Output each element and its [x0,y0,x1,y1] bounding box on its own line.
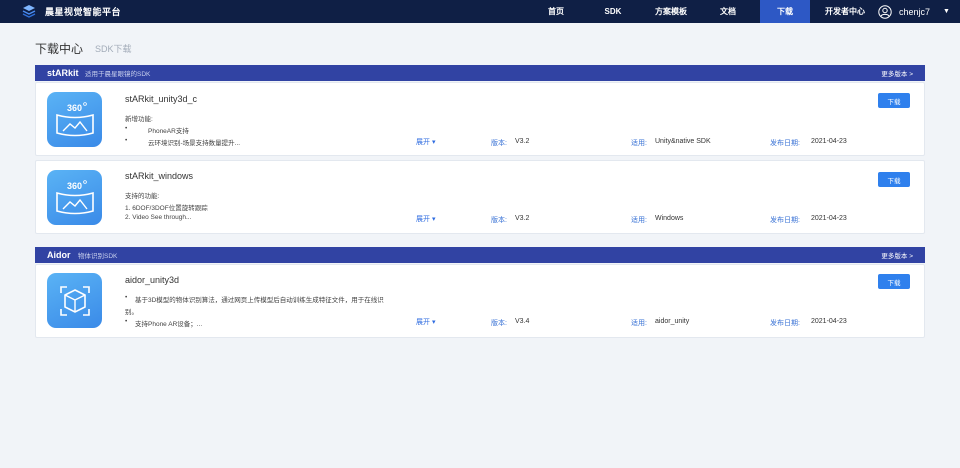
download-button[interactable]: 下载 [878,172,910,187]
username: chenjc7 [899,6,931,17]
bullet: • [125,137,128,144]
section-title: Aidor [47,250,71,260]
applies-value: aidor_unity [655,318,690,325]
svg-text:360: 360 [67,103,82,113]
3d-cube-scan-icon [47,273,102,328]
bullet: • [125,125,128,132]
360-panorama-icon: 360 [47,92,102,147]
release-date-value: 2021-04-23 [811,318,847,325]
more-versions-link[interactable]: 更多版本 > [881,247,913,263]
svg-text:360: 360 [67,181,82,191]
version-label: 版本: [491,217,507,224]
download-button[interactable]: 下载 [878,93,910,108]
applies-value: Unity&native SDK [655,138,711,145]
user-avatar-icon [878,4,892,19]
sdk-name: stARkit_windows [125,171,194,181]
sdk-card-starkit-windows: 360 stARkit_windows 支持的功能: 1. 6DOF/3DOF位… [35,160,925,234]
download-button[interactable]: 下载 [878,274,910,289]
section-title: stARkit [47,68,79,78]
applies-label: 适用: [631,140,647,147]
page-title: 下载中心 [35,42,84,56]
stack-logo-icon [22,5,36,18]
nav-item-docs[interactable]: 文档 [714,0,742,23]
release-date-value: 2021-04-23 [811,138,847,145]
nav-item-home[interactable]: 首页 [540,0,572,23]
section-header-aidor: Aidor 物体识别SDK 更多版本 > [35,247,925,263]
description-line: 支持Phone AR设备；... [135,321,203,328]
applies-label: 适用: [631,217,647,224]
nav-item-sdk[interactable]: SDK [598,0,628,23]
expand-toggle[interactable]: 展开 ▾ [416,137,435,147]
brand-name: 晨星视觉智能平台 [45,7,122,17]
nav-item-solution-templates[interactable]: 方案模板 [650,0,692,23]
release-date-label: 发布日期: [770,320,800,327]
expand-toggle[interactable]: 展开 ▾ [416,214,435,224]
sdk-name: aidor_unity3d [125,275,180,285]
bullet: • [125,318,128,325]
360-panorama-icon: 360 [47,170,102,225]
page-subtitle: SDK下载 [95,44,132,54]
section-header-starkit: stARkit 适用于晨星眼镜的SDK 更多版本 > [35,65,925,81]
sdk-card-starkit-unity3d: 360 stARkit_unity3d_c 新增功能: • PhoneAR支持 … [35,82,925,156]
more-versions-link[interactable]: 更多版本 > [881,65,913,81]
applies-label: 适用: [631,320,647,327]
nav-item-download[interactable]: 下载 [760,0,810,23]
description-heading: 新增功能: [125,116,153,123]
version-label: 版本: [491,140,507,147]
version-value: V3.4 [515,318,530,325]
description-heading: 支持的功能: [125,193,160,200]
description-line: 1. 6DOF/3DOF位置旋转跟踪 [125,205,208,212]
release-date-label: 发布日期: [770,140,800,147]
bullet: • [125,294,128,301]
top-navigation-bar: 晨星视觉智能平台 首页 SDK 方案模板 文档 下载 开发者中心 chenjc7… [0,0,960,23]
caret-down-icon[interactable]: ▼ [943,0,950,23]
release-date-value: 2021-04-23 [811,215,847,222]
version-value: V3.2 [515,215,530,222]
version-value: V3.2 [515,138,530,145]
nav-item-developer-center[interactable]: 开发者中心 [822,0,868,23]
section-description: 物体识别SDK [78,253,118,260]
description-line: PhoneAR支持 [148,128,189,135]
description-line: 别。 [125,309,138,316]
release-date-label: 发布日期: [770,217,800,224]
expand-toggle[interactable]: 展开 ▾ [416,317,435,327]
sdk-name: stARkit_unity3d_c [125,94,198,104]
section-description: 适用于晨星眼镜的SDK [85,71,151,78]
description-line: 云环境识别-场景支持数量提升... [148,140,241,147]
version-label: 版本: [491,320,507,327]
sdk-card-aidor-unity3d: aidor_unity3d • 基于3D模型的物体识别算法，通过网页上传模型后自… [35,264,925,338]
brand[interactable]: 晨星视觉智能平台 [22,0,121,23]
applies-value: Windows [655,215,684,222]
user-menu[interactable]: chenjc7 [878,0,930,23]
description-line: 基于3D模型的物体识别算法，通过网页上传模型后自动训练生成特征文件，用于在线识 [135,297,384,304]
description-line: 2. Video See through... [125,214,192,221]
